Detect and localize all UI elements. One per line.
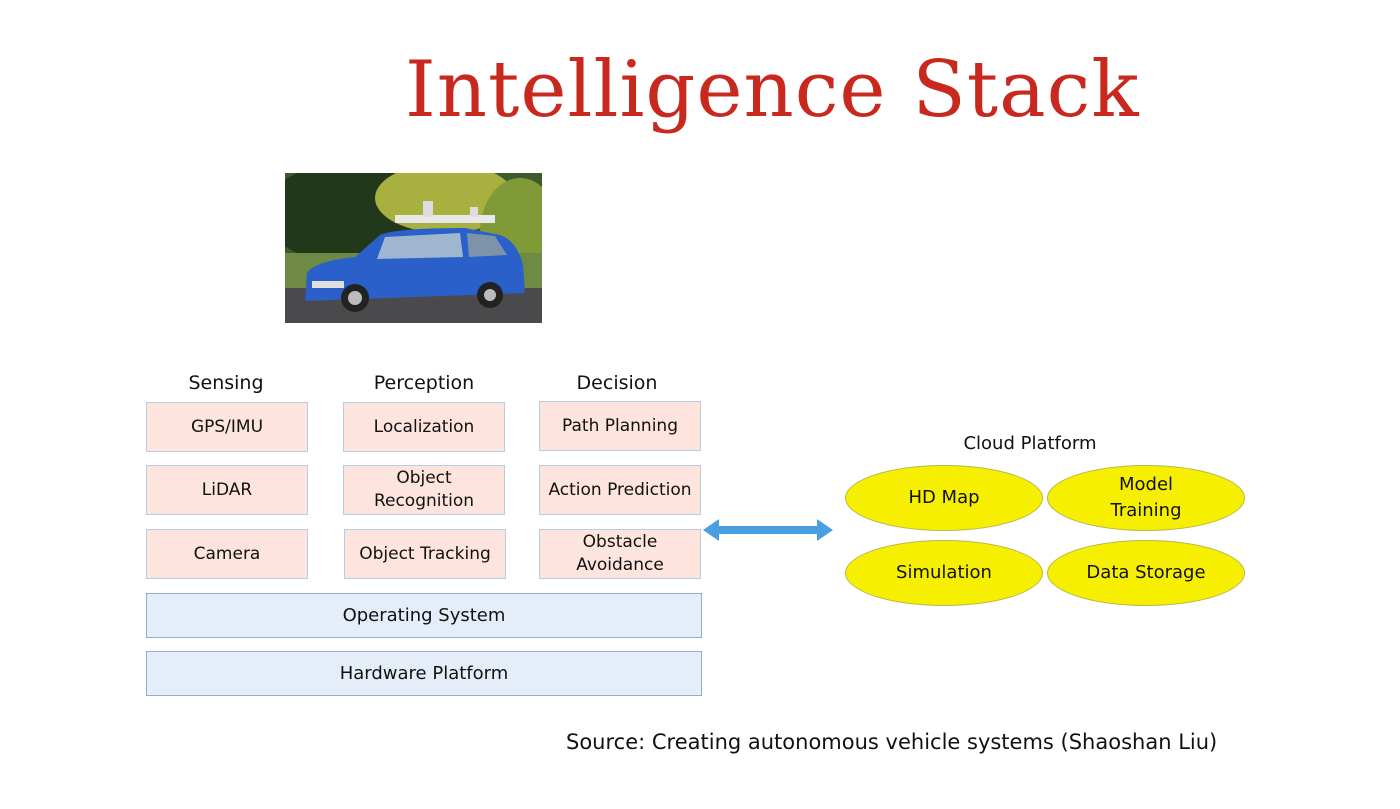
box-localization: Localization xyxy=(343,402,505,452)
car-photo-icon xyxy=(285,173,542,323)
box-object-tracking: Object Tracking xyxy=(344,529,506,579)
cloud-item-hd-map: HD Map xyxy=(845,465,1043,531)
box-gps-imu: GPS/IMU xyxy=(146,402,308,452)
cloud-platform-title: Cloud Platform xyxy=(963,433,1097,454)
column-heading-perception: Perception xyxy=(373,372,475,394)
car-photo xyxy=(285,173,542,323)
box-obstacle-avoidance: Obstacle Avoidance xyxy=(539,529,701,579)
page-title: Intelligence Stack xyxy=(405,45,1140,135)
cloud-item-simulation: Simulation xyxy=(845,540,1043,606)
box-path-planning: Path Planning xyxy=(539,401,701,451)
cloud-item-model-training: Model Training xyxy=(1047,465,1245,531)
source-citation: Source: Creating autonomous vehicle syst… xyxy=(566,730,1218,754)
layer-hardware-platform: Hardware Platform xyxy=(146,651,702,696)
column-heading-sensing: Sensing xyxy=(188,372,264,394)
double-arrow-icon xyxy=(703,519,833,541)
box-object-recognition: Object Recognition xyxy=(343,465,505,515)
box-action-prediction: Action Prediction xyxy=(539,465,701,515)
layer-operating-system: Operating System xyxy=(146,593,702,638)
box-lidar: LiDAR xyxy=(146,465,308,515)
cloud-item-data-storage: Data Storage xyxy=(1047,540,1245,606)
box-camera: Camera xyxy=(146,529,308,579)
column-heading-decision: Decision xyxy=(576,372,658,394)
